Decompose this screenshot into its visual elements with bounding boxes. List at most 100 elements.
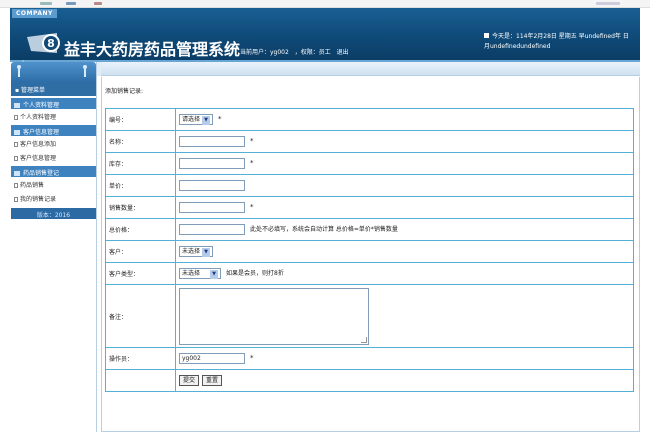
field-cell bbox=[175, 284, 634, 348]
operator-input[interactable]: yg002 bbox=[179, 353, 245, 364]
sidebar-item-label: 药品销售 bbox=[20, 182, 45, 189]
field-cell: * bbox=[175, 130, 634, 153]
field-cell: 未选择 ▼ bbox=[175, 240, 634, 263]
field-cell: yg002 * bbox=[175, 347, 634, 370]
section-customers[interactable]: 客户信息管理 bbox=[11, 125, 96, 136]
document-icon bbox=[14, 115, 18, 120]
form-row-customer: 客户： 未选择 ▼ bbox=[105, 240, 634, 263]
form-row-code: 编号： 请选择 ▼ * bbox=[105, 108, 634, 131]
sidebar-top bbox=[11, 62, 96, 82]
field-cell: * bbox=[175, 196, 634, 219]
document-icon bbox=[14, 142, 18, 147]
date-info: 今天是：114年2月28日 星期五 早undefined年 日 月undefin… bbox=[484, 32, 642, 52]
sales-form: 编号： 请选择 ▼ * 名称： * 库存： * 单价： 销售数量： * 总价格： 此… bbox=[105, 108, 634, 392]
sidebar-item-sales[interactable]: 药品销售 bbox=[11, 177, 96, 191]
sidebar-item-label: 个人资料管理 bbox=[20, 114, 57, 121]
sidebar-item-add-customer[interactable]: 客户信息添加 bbox=[11, 136, 96, 150]
empty-cell bbox=[105, 369, 176, 392]
quantity-input[interactable] bbox=[179, 202, 245, 213]
form-row-quantity: 销售数量： * bbox=[105, 196, 634, 219]
required-mark: * bbox=[250, 203, 254, 211]
required-mark: * bbox=[250, 354, 254, 362]
field-label: 操作员： bbox=[105, 347, 176, 370]
customer-select[interactable]: 未选择 ▼ bbox=[179, 246, 214, 257]
field-label: 名称： bbox=[105, 130, 176, 153]
name-input[interactable] bbox=[179, 136, 245, 147]
required-mark: * bbox=[250, 137, 254, 145]
form-row-customer-type: 客户类型： 未选择 ▼ 如果是会员，则打8折 bbox=[105, 262, 634, 285]
chevron-down-icon: ▼ bbox=[210, 270, 219, 279]
field-label: 库存： bbox=[105, 152, 176, 175]
total-hint: 此处不必填写，系统会自动计算 总价格=单价*销售数量 bbox=[250, 226, 398, 233]
form-row-stock: 库存： * bbox=[105, 152, 634, 175]
browser-top-strip bbox=[0, 0, 650, 8]
svg-text:8: 8 bbox=[47, 37, 55, 50]
document-icon bbox=[14, 197, 18, 202]
user-role: ，权限：员工 bbox=[294, 49, 331, 56]
company-badge: COMPANY bbox=[12, 9, 57, 18]
main-content: 添加销售记录: 编号： 请选择 ▼ * 名称： * 库存： * 单价： 销售数量： … bbox=[101, 77, 640, 432]
field-cell: 请选择 ▼ * bbox=[175, 108, 634, 131]
app-header: COMPANY 8 益丰大药房药品管理系统 当前用户：yg002 ，权限：员工 … bbox=[10, 8, 642, 68]
select-value: 未选择 bbox=[182, 248, 201, 255]
section-label: 个人资料管理 bbox=[23, 102, 60, 109]
field-label: 备注： bbox=[105, 284, 176, 348]
sidebar-item-manage-customers[interactable]: 客户信息管理 bbox=[11, 150, 96, 164]
section-label: 药品销售登记 bbox=[23, 170, 60, 177]
chevron-down-icon: ▼ bbox=[202, 248, 211, 257]
section-icon bbox=[14, 130, 20, 135]
form-row-price: 单价： bbox=[105, 174, 634, 197]
content-header-bar bbox=[101, 62, 640, 76]
page-title: 添加销售记录: bbox=[105, 88, 144, 95]
field-label: 客户类型： bbox=[105, 262, 176, 285]
logout-link[interactable]: 退出 bbox=[337, 49, 349, 56]
form-row-operator: 操作员： yg002 * bbox=[105, 347, 634, 370]
sidebar-item-my-sales[interactable]: 我的销售记录 bbox=[11, 191, 96, 205]
select-value: 请选择 bbox=[182, 116, 201, 123]
field-label: 单价： bbox=[105, 174, 176, 197]
section-icon bbox=[14, 171, 20, 176]
field-label: 编号： bbox=[105, 108, 176, 131]
form-row-actions: 提交 重置 bbox=[105, 369, 634, 392]
logo-icon: 8 bbox=[27, 33, 60, 53]
remark-textarea[interactable] bbox=[179, 287, 369, 345]
menu-title: ▪ 管理菜单 bbox=[11, 82, 96, 96]
version-badge: 版本：2016 bbox=[11, 208, 96, 219]
sidebar-item-profile[interactable]: 个人资料管理 bbox=[11, 109, 96, 123]
chevron-down-icon: ▼ bbox=[202, 116, 211, 125]
current-user: 当前用户：yg002 bbox=[240, 49, 289, 56]
member-discount-hint: 如果是会员，则打8折 bbox=[226, 270, 284, 277]
form-row-name: 名称： * bbox=[105, 130, 634, 153]
menu-title-label: 管理菜单 bbox=[20, 87, 45, 94]
stock-input[interactable] bbox=[179, 158, 245, 169]
submit-button[interactable]: 提交 bbox=[179, 375, 200, 386]
field-label: 客户： bbox=[105, 240, 176, 263]
date-line-2: 月undefinedundefined bbox=[484, 43, 551, 50]
field-label: 总价格： bbox=[105, 218, 176, 241]
date-line-1: 今天是：114年2月28日 星期五 早undefined年 日 bbox=[492, 33, 629, 40]
required-mark: * bbox=[250, 159, 254, 167]
code-select[interactable]: 请选择 ▼ bbox=[179, 114, 214, 125]
section-icon bbox=[14, 103, 20, 108]
sidebar-item-label: 我的销售记录 bbox=[20, 196, 57, 203]
total-input[interactable] bbox=[179, 224, 245, 235]
section-label: 客户信息管理 bbox=[23, 129, 60, 136]
form-row-total: 总价格： 此处不必填写，系统会自动计算 总价格=单价*销售数量 bbox=[105, 218, 634, 241]
field-cell: 此处不必填写，系统会自动计算 总价格=单价*销售数量 bbox=[175, 218, 634, 241]
price-input[interactable] bbox=[179, 180, 245, 191]
section-profile[interactable]: 个人资料管理 bbox=[11, 98, 96, 109]
section-sales[interactable]: 药品销售登记 bbox=[11, 166, 96, 177]
sidebar-item-label: 客户信息添加 bbox=[20, 141, 57, 148]
sidebar-item-label: 客户信息管理 bbox=[20, 155, 57, 162]
reset-button[interactable]: 重置 bbox=[202, 375, 223, 386]
field-cell: * bbox=[175, 152, 634, 175]
select-value: 未选择 bbox=[182, 270, 201, 277]
field-label: 销售数量： bbox=[105, 196, 176, 219]
customer-type-select[interactable]: 未选择 ▼ bbox=[179, 268, 222, 279]
field-cell bbox=[175, 174, 634, 197]
document-icon bbox=[14, 183, 18, 188]
actions-cell: 提交 重置 bbox=[175, 369, 634, 392]
square-icon bbox=[484, 33, 489, 38]
pin-icon bbox=[83, 65, 87, 77]
sidebar: ▪ 管理菜单 个人资料管理 个人资料管理 客户信息管理 客户信息添加 客户信息管… bbox=[11, 62, 97, 432]
